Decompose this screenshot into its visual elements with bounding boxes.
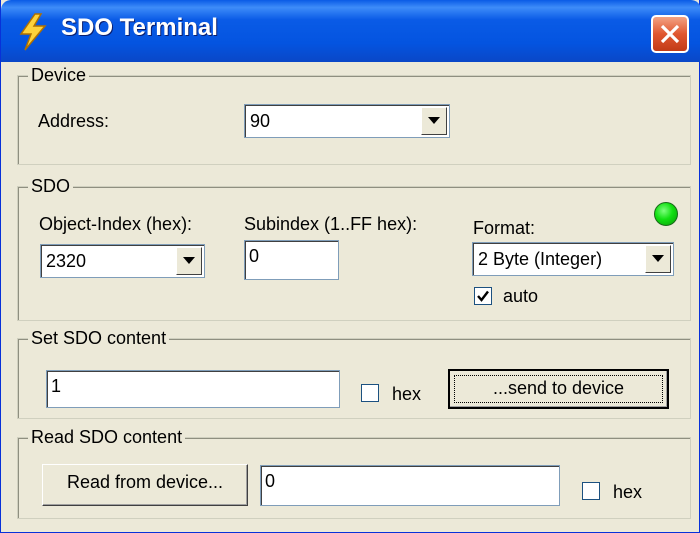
chevron-down-icon <box>428 117 440 124</box>
focus-rect <box>454 375 663 403</box>
device-group-label: Device <box>28 64 90 86</box>
address-dropdown-button[interactable] <box>421 107 447 135</box>
set-value-input[interactable]: 1 <box>46 370 340 408</box>
chevron-down-icon <box>183 257 195 264</box>
auto-checkbox[interactable] <box>474 287 492 305</box>
format-value: 2 Byte (Integer) <box>478 249 603 269</box>
read-from-device-label: Read from device... <box>66 472 224 492</box>
close-button[interactable] <box>651 15 689 53</box>
read-hex-checkbox[interactable] <box>582 482 600 500</box>
object-index-label: Object-Index (hex): <box>39 214 193 234</box>
title-bar[interactable]: SDO Terminal <box>1 0 700 62</box>
subindex-label: Subindex (1..FF hex): <box>244 214 418 234</box>
format-combo[interactable]: 2 Byte (Integer) <box>472 242 674 276</box>
set-hex-checkbox[interactable] <box>361 384 379 402</box>
chevron-down-icon <box>652 255 664 262</box>
check-icon <box>477 290 489 302</box>
sdo-group: SDO Object-Index (hex): 2320 Subindex (1… <box>17 175 691 321</box>
auto-label: auto <box>503 286 539 306</box>
sdo-terminal-window: SDO Terminal Device Address: 90 SDO Obje… <box>0 0 700 533</box>
read-content-group-label: Read SDO content <box>28 426 186 448</box>
read-hex-label: hex <box>613 482 643 502</box>
format-dropdown-button[interactable] <box>645 245 671 273</box>
set-content-group: Set SDO content 1 hex ...send to device <box>17 327 691 419</box>
send-to-device-button[interactable]: ...send to device <box>448 369 669 409</box>
sdo-group-label: SDO <box>28 175 74 197</box>
object-index-combo[interactable]: 2320 <box>40 244 205 278</box>
address-value: 90 <box>250 111 271 131</box>
status-led <box>654 202 678 226</box>
object-index-dropdown-button[interactable] <box>176 247 202 275</box>
address-combo[interactable]: 90 <box>244 104 450 138</box>
client-area: Device Address: 90 SDO Object-Index (hex… <box>6 62 696 528</box>
set-hex-label: hex <box>392 384 422 404</box>
read-value-output[interactable]: 0 <box>260 465 560 506</box>
subindex-input[interactable]: 0 <box>244 240 339 280</box>
read-from-device-button[interactable]: Read from device... <box>42 464 248 506</box>
read-content-group: Read SDO content Read from device... 0 h… <box>17 426 691 519</box>
window-title: SDO Terminal <box>61 14 218 41</box>
close-icon <box>660 24 680 44</box>
object-index-value: 2320 <box>46 251 87 271</box>
set-content-group-label: Set SDO content <box>28 327 170 349</box>
device-group: Device Address: 90 <box>17 64 691 165</box>
format-label: Format: <box>473 218 536 238</box>
address-label: Address: <box>38 111 110 131</box>
lightning-icon <box>19 13 47 51</box>
